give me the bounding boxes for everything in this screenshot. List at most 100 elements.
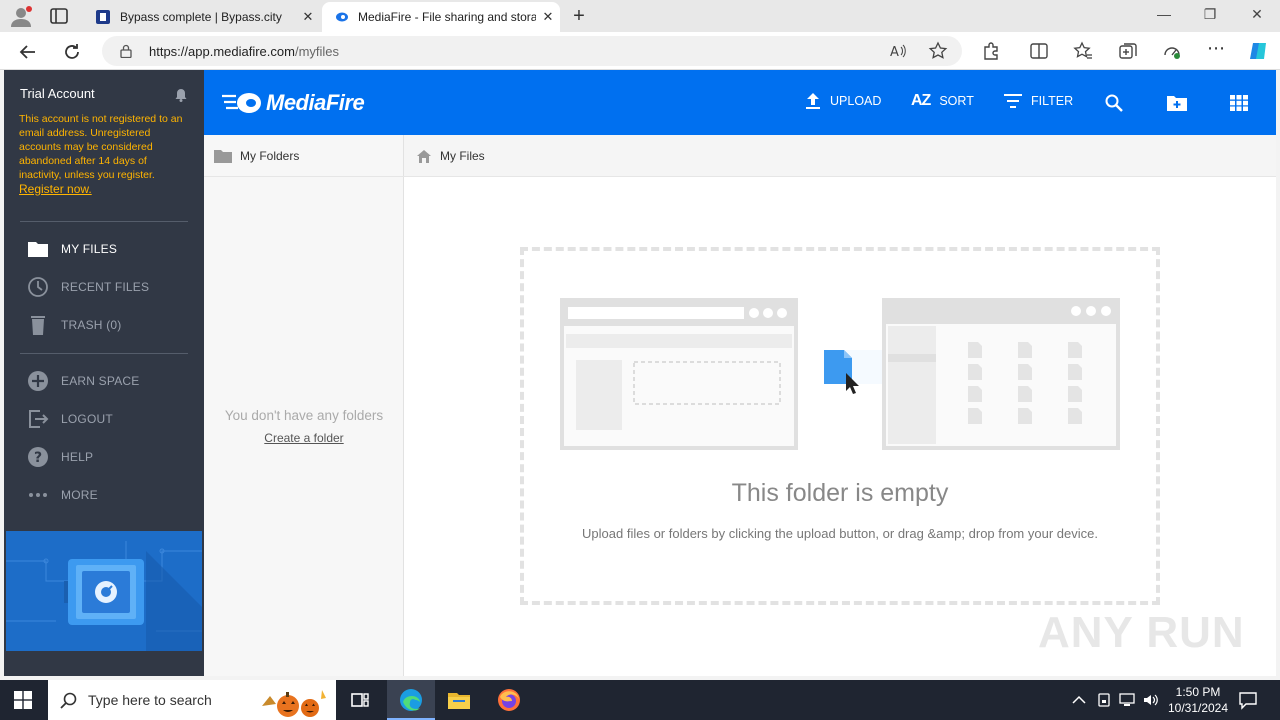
firefox-icon[interactable] xyxy=(497,688,521,712)
sidebar-item-earn-space[interactable]: EARN SPACE xyxy=(4,366,204,396)
sort-az-icon: AZ xyxy=(911,92,931,109)
tab-mediafire[interactable]: MediaFire - File sharing and stora ✕ xyxy=(322,2,560,32)
favorites-icon[interactable] xyxy=(1073,41,1093,61)
sidebar-item-my-files[interactable]: MY FILES xyxy=(4,234,204,264)
sidebar-item-label: RECENT FILES xyxy=(61,280,150,294)
sort-button[interactable]: AZ SORT xyxy=(911,92,974,110)
anyrun-watermark: ANY RUN xyxy=(1038,608,1245,657)
my-folders-header[interactable]: My Folders xyxy=(204,135,404,177)
tab-actions-icon[interactable] xyxy=(50,8,68,24)
sidebar-item-logout[interactable]: LOGOUT xyxy=(4,404,204,434)
promo-banner[interactable] xyxy=(6,531,202,651)
sidebar-item-label: TRASH (0) xyxy=(61,318,122,332)
close-tab-icon[interactable]: ✕ xyxy=(536,9,560,25)
logout-icon xyxy=(29,410,49,428)
settings-more-icon[interactable]: ⋯ xyxy=(1206,38,1226,58)
read-aloud-icon[interactable]: A xyxy=(888,41,908,61)
breadcrumb: My Files xyxy=(404,135,1276,177)
halloween-pumpkins-icon xyxy=(262,690,326,717)
help-icon: ? xyxy=(28,447,48,467)
home-icon[interactable] xyxy=(416,149,432,163)
tab-bypass[interactable]: Bypass complete | Bypass.city ✕ xyxy=(84,2,320,32)
network-icon[interactable] xyxy=(1118,692,1136,708)
edge-browser-icon xyxy=(400,689,422,711)
sidebar-item-more[interactable]: MORE xyxy=(4,480,204,510)
sidebar-item-label: MORE xyxy=(61,488,98,502)
drag-drop-illustration-icon xyxy=(560,298,1120,450)
windows-taskbar: Type here to search 1:50 PM 10/31/2024 xyxy=(0,680,1280,720)
collections-icon[interactable] xyxy=(1118,41,1138,61)
address-toolbar: https://app.mediafire.com/myfiles A ⋯ xyxy=(0,32,1280,70)
lock-icon[interactable] xyxy=(120,44,132,58)
edge-taskbar-button[interactable] xyxy=(387,680,435,720)
upload-button[interactable]: UPLOAD xyxy=(804,92,881,110)
divider xyxy=(20,221,188,222)
url-field[interactable]: https://app.mediafire.com/myfiles A xyxy=(102,36,962,66)
vault-illustration-icon xyxy=(6,541,202,651)
upload-dropzone[interactable]: This folder is empty Upload files or fol… xyxy=(520,247,1160,605)
file-explorer-icon[interactable] xyxy=(447,688,471,712)
filter-icon xyxy=(1004,94,1022,108)
mediafire-header: MediaFire UPLOAD AZ SORT FILTER xyxy=(204,70,1276,135)
performance-icon[interactable] xyxy=(1162,41,1182,61)
sidebar-item-label: MY FILES xyxy=(61,242,118,256)
new-tab-icon[interactable]: + xyxy=(568,5,590,28)
divider xyxy=(20,353,188,354)
notifications-icon[interactable] xyxy=(1238,690,1258,710)
bypass-favicon-icon xyxy=(96,10,110,24)
upload-icon xyxy=(806,93,820,109)
show-hidden-icons-icon[interactable] xyxy=(1072,694,1086,706)
new-folder-icon[interactable] xyxy=(1166,94,1188,112)
folder-icon xyxy=(214,149,232,163)
file-list-area: My Files This folder is empty Upload fil… xyxy=(404,135,1276,676)
favorite-star-icon[interactable] xyxy=(928,41,948,61)
back-icon[interactable] xyxy=(18,42,38,62)
account-title: Trial Account xyxy=(20,86,95,101)
close-tab-icon[interactable]: ✕ xyxy=(296,9,320,25)
browser-tab-bar: Bypass complete | Bypass.city ✕ MediaFir… xyxy=(0,0,1280,32)
refresh-icon[interactable] xyxy=(62,42,82,62)
search-icon xyxy=(60,692,77,709)
breadcrumb-current[interactable]: My Files xyxy=(440,149,485,163)
filter-button[interactable]: FILTER xyxy=(1003,92,1073,110)
url-text: https://app.mediafire.com/myfiles xyxy=(149,44,340,59)
no-folders-text: You don't have any folders xyxy=(224,408,384,423)
taskbar-search-box[interactable]: Type here to search xyxy=(48,680,336,720)
folder-tree-pane: My Folders You don't have any folders Cr… xyxy=(204,135,404,676)
grid-view-icon[interactable] xyxy=(1230,95,1248,111)
svg-text:A: A xyxy=(890,45,899,60)
mediafire-favicon-icon xyxy=(336,12,348,22)
mediafire-logo[interactable]: MediaFire xyxy=(222,88,365,118)
sidebar-item-label: LOGOUT xyxy=(61,412,113,426)
clock-icon xyxy=(28,277,48,297)
sidebar-item-label: HELP xyxy=(61,450,94,464)
device-icon[interactable] xyxy=(1096,692,1112,708)
close-window-icon[interactable]: ✕ xyxy=(1242,6,1272,23)
profile-icon[interactable] xyxy=(9,5,33,27)
tab-title: Bypass complete | Bypass.city xyxy=(120,10,282,24)
sidebar-item-trash[interactable]: TRASH (0) xyxy=(4,310,204,340)
taskbar-clock[interactable]: 1:50 PM 10/31/2024 xyxy=(1160,684,1236,716)
sidebar-item-help[interactable]: ? HELP xyxy=(4,442,204,472)
plus-circle-icon xyxy=(28,371,48,391)
search-icon[interactable] xyxy=(1105,94,1123,112)
split-screen-icon[interactable] xyxy=(1029,41,1049,61)
empty-folder-title: This folder is empty xyxy=(731,479,949,507)
trash-icon xyxy=(31,316,45,335)
volume-icon[interactable] xyxy=(1142,692,1160,708)
unregistered-warning: This account is not registered to an ema… xyxy=(19,113,183,196)
svg-text:?: ? xyxy=(34,450,42,466)
minimize-icon[interactable]: — xyxy=(1149,6,1179,22)
sidebar-item-recent-files[interactable]: RECENT FILES xyxy=(4,272,204,302)
notification-bell-icon[interactable] xyxy=(175,88,187,102)
extensions-icon[interactable] xyxy=(981,41,1001,61)
copilot-icon[interactable] xyxy=(1247,40,1269,62)
restore-icon[interactable]: ❐ xyxy=(1195,6,1225,23)
create-folder-link[interactable]: Create a folder xyxy=(204,431,404,445)
tab-title: MediaFire - File sharing and stora xyxy=(358,10,536,24)
more-icon xyxy=(29,493,47,497)
task-view-icon[interactable] xyxy=(348,688,372,712)
empty-folder-message: Upload files or folders by clicking the … xyxy=(582,526,1098,541)
register-link[interactable]: Register now. xyxy=(19,182,92,196)
windows-start-icon[interactable] xyxy=(14,691,32,709)
